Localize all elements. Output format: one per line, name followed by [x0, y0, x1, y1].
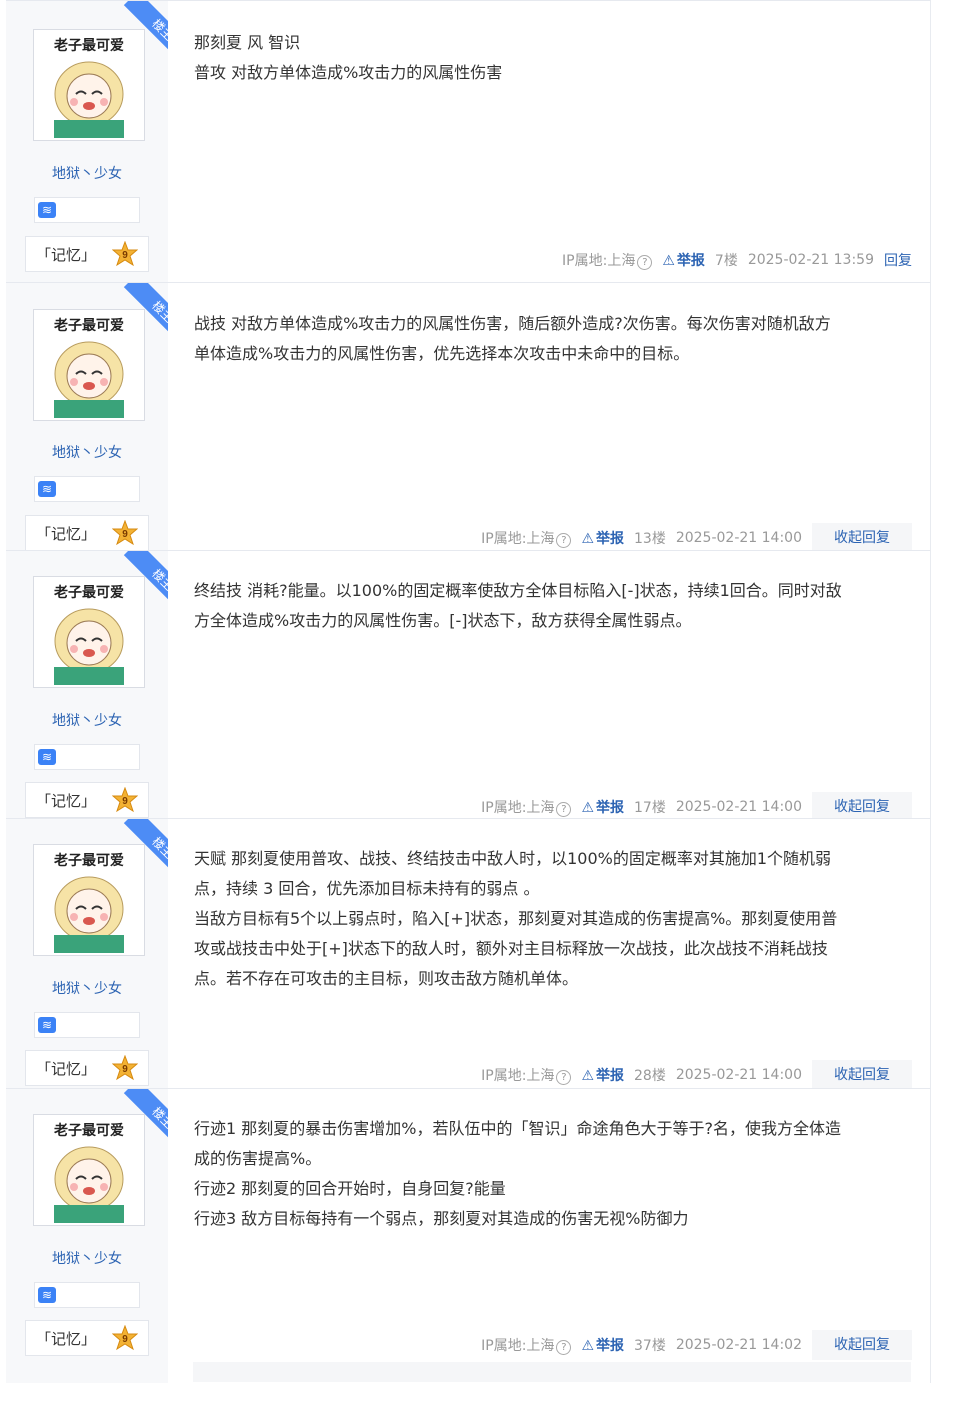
floor-number: 28楼	[634, 1068, 666, 1084]
help-icon[interactable]: ?	[556, 802, 572, 817]
svg-text:9: 9	[122, 1334, 128, 1345]
report-button[interactable]: ⚠ 举报	[662, 250, 705, 270]
warning-icon: ⚠	[581, 800, 594, 816]
post-time: 2025-02-21 14:00	[675, 799, 802, 815]
reply-button[interactable]: 回复	[884, 250, 912, 270]
svg-text:老子最可爱: 老子最可爱	[54, 317, 124, 333]
post-tail: IP属地:上海? ⚠ 举报 37楼 2025-02-21 14:02 收起回复	[481, 1330, 912, 1360]
level-name: 「记忆」	[36, 1060, 97, 1078]
post-time: 2025-02-21 14:02	[675, 1337, 802, 1353]
avatar[interactable]: 老子最可爱	[33, 309, 145, 421]
svg-text:老子最可爱: 老子最可爱	[54, 584, 124, 600]
post-time: 2025-02-21 14:00	[675, 530, 802, 546]
post-content: 天赋 那刻夏使用普攻、战技、终结技击中敌人时，以100%的固定概率对其施加1个随…	[194, 849, 838, 988]
svg-text:老子最可爱: 老子最可爱	[54, 37, 124, 53]
member-badge[interactable]: ≋	[34, 197, 140, 223]
floor-number: 17楼	[634, 800, 666, 816]
author-panel: 楼主 老子最可爱 地狱丶少女 ≋ 「记忆」 9	[6, 819, 168, 1089]
post-time: 2025-02-21 13:59	[747, 252, 874, 268]
post-floor-28: 楼主 老子最可爱 地狱丶少女 ≋ 「记忆」 9 天赋 那刻夏使用普攻、战技、终结…	[6, 818, 931, 1090]
post-floor-37: 楼主 老子最可爱 地狱丶少女 ≋ 「记忆」 9 行迹1 那刻夏的暴击伤害增加%，…	[6, 1088, 931, 1383]
warning-icon: ⚠	[581, 1338, 594, 1354]
floor-number: 7楼	[714, 253, 738, 269]
collapse-replies-button[interactable]: 收起回复	[812, 1330, 912, 1360]
post-tail: IP属地:上海? ⚠ 举报 13楼 2025-02-21 14:00 收起回复	[481, 523, 912, 553]
member-badge[interactable]: ≋	[34, 1282, 140, 1308]
author-panel: 楼主 老子最可爱 地狱丶少女 ≋ 「记忆」 9	[6, 551, 168, 819]
level-name: 「记忆」	[36, 1330, 97, 1348]
level-badge[interactable]: 「记忆」 9	[25, 782, 149, 818]
collapse-replies-button[interactable]: 收起回复	[812, 1060, 912, 1090]
badge-icon: ≋	[38, 1287, 56, 1303]
author-panel: 楼主 老子最可爱 地狱丶少女 ≋ 「记忆」 9	[6, 1, 168, 283]
ip-location: IP属地:上海?	[481, 797, 572, 817]
ip-location: IP属地:上海?	[481, 1335, 572, 1355]
level-star-icon: 9	[112, 1325, 138, 1351]
avatar[interactable]: 老子最可爱	[33, 1114, 145, 1226]
level-name: 「记忆」	[36, 525, 97, 543]
author-panel: 楼主 老子最可爱 地狱丶少女 ≋ 「记忆」 9	[6, 283, 168, 551]
help-icon[interactable]: ?	[556, 1070, 572, 1085]
username-link[interactable]: 地狱丶少女	[6, 163, 168, 183]
level-star-icon: 9	[112, 241, 138, 267]
svg-text:9: 9	[122, 250, 128, 261]
report-button[interactable]: ⚠ 举报	[581, 528, 624, 548]
ip-location: IP属地:上海?	[562, 250, 653, 270]
member-badge[interactable]: ≋	[34, 744, 140, 770]
help-icon[interactable]: ?	[556, 533, 572, 548]
warning-icon: ⚠	[662, 253, 675, 269]
avatar[interactable]: 老子最可爱	[33, 29, 145, 141]
username-link[interactable]: 地狱丶少女	[6, 442, 168, 462]
level-star-icon: 9	[112, 520, 138, 546]
help-icon[interactable]: ?	[556, 1340, 572, 1355]
svg-text:9: 9	[122, 796, 128, 807]
svg-text:老子最可爱: 老子最可爱	[54, 1122, 124, 1138]
floor-number: 37楼	[634, 1338, 666, 1354]
post-content: 那刻夏 风 智识 普攻 对敌方单体造成%攻击力的风属性伤害	[194, 33, 503, 82]
report-button[interactable]: ⚠ 举报	[581, 1335, 624, 1355]
member-badge[interactable]: ≋	[34, 476, 140, 502]
post-floor-7: 楼主 老子最可爱 地狱丶少女 ≋ 「记忆」 9 那刻夏 风 智识 普攻 对敌方单体…	[6, 0, 931, 283]
warning-icon: ⚠	[581, 531, 594, 547]
help-icon[interactable]: ?	[637, 255, 653, 270]
username-link[interactable]: 地狱丶少女	[6, 1248, 168, 1268]
post-tail: IP属地:上海? ⚠ 举报 7楼 2025-02-21 13:59 回复	[562, 245, 912, 275]
level-badge[interactable]: 「记忆」 9	[25, 236, 149, 272]
author-panel: 楼主 老子最可爱 地狱丶少女 ≋ 「记忆」 9	[6, 1089, 168, 1383]
badge-icon: ≋	[38, 202, 56, 218]
post-time: 2025-02-21 14:00	[675, 1067, 802, 1083]
post-content: 终结技 消耗?能量。以100%的固定概率使敌方全体目标陷入[-]状态，持续1回合…	[194, 581, 842, 630]
floor-number: 13楼	[634, 531, 666, 547]
ip-location: IP属地:上海?	[481, 1065, 572, 1085]
reply-area	[193, 1362, 911, 1382]
badge-icon: ≋	[38, 481, 56, 497]
avatar[interactable]: 老子最可爱	[33, 576, 145, 688]
ip-location: IP属地:上海?	[481, 528, 572, 548]
level-name: 「记忆」	[36, 792, 97, 810]
report-button[interactable]: ⚠ 举报	[581, 1065, 624, 1085]
svg-text:9: 9	[122, 529, 128, 540]
badge-icon: ≋	[38, 1017, 56, 1033]
post-floor-17: 楼主 老子最可爱 地狱丶少女 ≋ 「记忆」 9 终结技 消耗?能量。以100%的…	[6, 550, 931, 822]
post-content: 行迹1 那刻夏的暴击伤害增加%，若队伍中的「智识」命途角色大于等于?名，使我方全…	[194, 1119, 841, 1228]
warning-icon: ⚠	[581, 1068, 594, 1084]
level-star-icon: 9	[112, 787, 138, 813]
report-button[interactable]: ⚠ 举报	[581, 797, 624, 817]
level-badge[interactable]: 「记忆」 9	[25, 515, 149, 551]
level-name: 「记忆」	[36, 246, 97, 264]
member-badge[interactable]: ≋	[34, 1012, 140, 1038]
badge-icon: ≋	[38, 749, 56, 765]
level-badge[interactable]: 「记忆」 9	[25, 1050, 149, 1086]
post-content: 战技 对敌方单体造成%攻击力的风属性伤害，随后额外造成?次伤害。每次伤害对随机敌…	[194, 314, 831, 363]
level-badge[interactable]: 「记忆」 9	[25, 1320, 149, 1356]
username-link[interactable]: 地狱丶少女	[6, 978, 168, 998]
post-floor-13: 楼主 老子最可爱 地狱丶少女 ≋ 「记忆」 9 战技 对敌方单体造成%攻击力的风…	[6, 282, 931, 553]
username-link[interactable]: 地狱丶少女	[6, 710, 168, 730]
collapse-replies-button[interactable]: 收起回复	[812, 523, 912, 553]
avatar[interactable]: 老子最可爱	[33, 844, 145, 956]
svg-text:老子最可爱: 老子最可爱	[54, 852, 124, 868]
post-tail: IP属地:上海? ⚠ 举报 28楼 2025-02-21 14:00 收起回复	[481, 1060, 912, 1090]
svg-text:9: 9	[122, 1064, 128, 1075]
level-star-icon: 9	[112, 1055, 138, 1081]
